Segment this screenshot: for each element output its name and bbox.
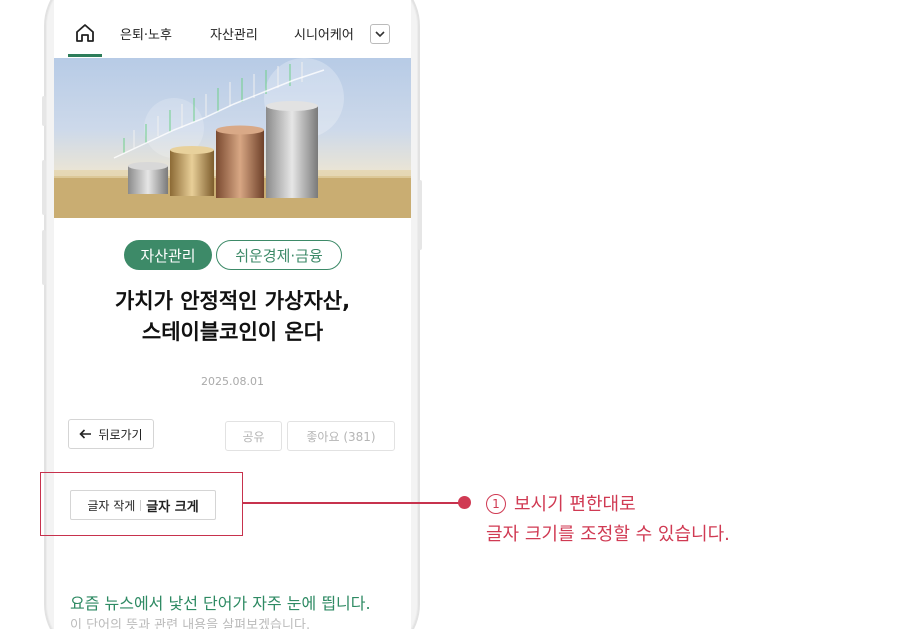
- chevron-down-icon: [375, 30, 385, 37]
- back-button-label: 뒤로가기: [98, 427, 143, 442]
- top-nav: 은퇴·노후 자산관리 시니어케어: [54, 0, 411, 58]
- category-tag-asset[interactable]: 자산관리: [124, 240, 212, 270]
- menu-dropdown-button[interactable]: [370, 24, 390, 44]
- home-icon[interactable]: [74, 22, 96, 44]
- article-body-second-line: 이 단어의 뜻과 관련 내용을 살펴보겠습니다.: [70, 618, 311, 629]
- callout-dot: [458, 496, 471, 509]
- back-button[interactable]: 뒤로가기: [68, 419, 154, 449]
- phone-side-button: [42, 230, 46, 285]
- phone-side-button: [418, 180, 422, 250]
- article-hero-image: [54, 58, 411, 218]
- like-button[interactable]: 좋아요 (381): [287, 421, 395, 451]
- article-title-line: 가치가 안정적인 가상자산,: [114, 289, 351, 313]
- tab-asset-management[interactable]: 자산관리: [210, 24, 258, 43]
- phone-side-button: [42, 160, 46, 215]
- active-tab-indicator: [68, 54, 102, 57]
- callout-line2: 글자 크기를 조정할 수 있습니다.: [486, 524, 730, 545]
- phone-side-button: [42, 96, 46, 126]
- article-date: 2025.08.01: [201, 375, 264, 388]
- category-tag-economy[interactable]: 쉬운경제·금융: [216, 240, 342, 270]
- callout-line: [243, 502, 464, 504]
- article-title: 가치가 안정적인 가상자산, 스테이블코인이 온다: [54, 286, 411, 348]
- arrow-left-icon: [79, 429, 92, 439]
- callout-line1: 보시기 편한대로: [514, 494, 636, 515]
- share-button[interactable]: 공유: [225, 421, 282, 451]
- callout-number: 1: [486, 494, 506, 514]
- callout-text: 1 보시기 편한대로 글자 크기를 조정할 수 있습니다.: [486, 490, 730, 550]
- tab-retirement[interactable]: 은퇴·노후: [120, 24, 172, 43]
- article-title-line: 스테이블코인이 온다: [141, 320, 324, 344]
- highlight-box: [40, 472, 243, 536]
- tab-senior-care[interactable]: 시니어케어: [294, 24, 354, 43]
- article-body-first-line: 요즘 뉴스에서 낯선 단어가 자주 눈에 띕니다.: [70, 594, 371, 613]
